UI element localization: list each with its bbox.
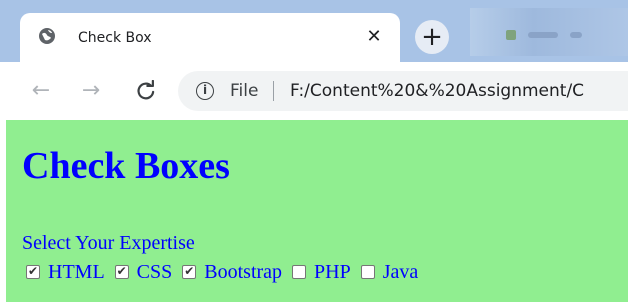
plus-icon: + bbox=[421, 22, 443, 52]
tab-title: Check Box bbox=[78, 30, 152, 46]
close-icon[interactable]: ✕ bbox=[364, 26, 384, 46]
option-php[interactable]: PHP bbox=[292, 261, 361, 284]
blurred-tab-favicon bbox=[506, 30, 516, 40]
expertise-prompt: Select Your Expertise bbox=[22, 232, 195, 254]
checkbox-php[interactable] bbox=[292, 265, 307, 279]
option-label: PHP bbox=[314, 260, 351, 283]
option-java[interactable]: Java bbox=[360, 260, 429, 284]
new-tab-button[interactable]: + bbox=[415, 20, 449, 54]
arrow-left-icon[interactable]: ← bbox=[28, 78, 54, 104]
page-title: Check Boxes bbox=[22, 145, 230, 187]
address-separator bbox=[273, 81, 274, 101]
option-label: CSS bbox=[136, 260, 173, 283]
option-css[interactable]: CSS bbox=[114, 260, 183, 284]
reload-icon[interactable] bbox=[135, 80, 157, 102]
option-html[interactable]: HTML bbox=[26, 261, 115, 284]
globe-icon bbox=[39, 28, 55, 44]
expertise-options: HTML CSS Bootstrap PHP Java bbox=[26, 260, 428, 284]
option-label: Bootstrap bbox=[204, 260, 283, 283]
url-text[interactable]: F:/Content%20&%20Assignment/C bbox=[290, 81, 584, 101]
option-label: Java bbox=[382, 260, 419, 283]
checkbox-css[interactable] bbox=[114, 264, 129, 279]
checkbox-html[interactable] bbox=[26, 264, 40, 279]
arrow-right-icon[interactable]: → bbox=[78, 78, 104, 104]
page-content: Check Boxes Select Your Expertise HTML C… bbox=[6, 120, 628, 302]
tab-check-box[interactable]: Check Box ✕ bbox=[20, 13, 400, 62]
checkbox-bootstrap[interactable] bbox=[182, 264, 197, 279]
address-bar[interactable]: i File F:/Content%20&%20Assignment/C bbox=[178, 71, 628, 111]
blurred-tabs bbox=[470, 8, 628, 56]
blurred-tab-close bbox=[570, 32, 582, 38]
blurred-tab-title bbox=[528, 32, 558, 38]
checkbox-java[interactable] bbox=[360, 265, 375, 279]
option-bootstrap[interactable]: Bootstrap bbox=[182, 261, 292, 284]
tab-strip: Check Box ✕ + bbox=[0, 0, 628, 62]
info-icon[interactable]: i bbox=[196, 82, 214, 100]
option-label: HTML bbox=[48, 260, 105, 283]
scheme-label: File bbox=[230, 81, 259, 101]
browser-toolbar: ← → i File F:/Content%20&%20Assignment/C bbox=[0, 62, 628, 120]
